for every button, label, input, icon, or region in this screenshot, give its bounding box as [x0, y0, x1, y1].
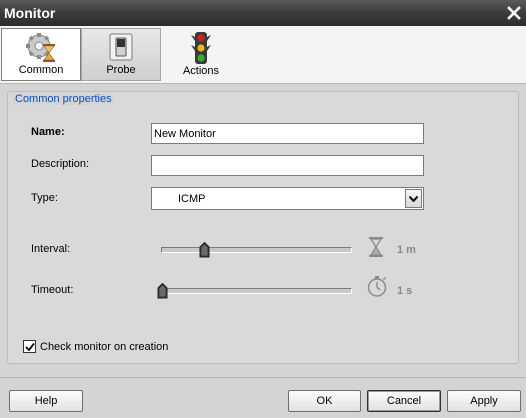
apply-button[interactable]: Apply [447, 390, 521, 412]
cancel-button[interactable]: Cancel [367, 390, 441, 412]
name-input[interactable]: New Monitor [151, 123, 424, 144]
stopwatch-icon [366, 275, 388, 300]
interval-slider[interactable] [161, 247, 352, 253]
close-icon [507, 6, 521, 20]
interval-slider-thumb[interactable] [199, 241, 210, 258]
type-label: Type: [31, 192, 58, 204]
close-button[interactable] [505, 4, 523, 22]
timeout-label: Timeout: [31, 284, 74, 296]
timeout-slider-thumb[interactable] [157, 282, 168, 299]
check-on-creation-label[interactable]: Check monitor on creation [40, 341, 168, 353]
interval-label: Interval: [31, 243, 71, 255]
chevron-down-icon [409, 195, 418, 202]
footer-separator [0, 377, 526, 378]
type-select[interactable]: ICMP [151, 187, 424, 210]
title-bar[interactable]: Monitor [0, 0, 526, 26]
traffic-light-icon [188, 31, 214, 68]
window-title: Monitor [4, 5, 56, 21]
toolbar: Common Probe Actions [0, 26, 526, 84]
hourglass-icon [368, 236, 384, 261]
name-label: Name: [31, 126, 65, 138]
timeout-slider[interactable] [161, 288, 352, 294]
switch-icon [107, 32, 135, 65]
ok-button[interactable]: OK [288, 390, 361, 412]
tab-common[interactable]: Common [1, 28, 81, 81]
gear-hourglass-icon [23, 32, 59, 67]
tab-actions-label: Actions [182, 65, 220, 77]
tab-common-label: Common [18, 64, 64, 76]
dropdown-button[interactable] [405, 189, 422, 208]
help-button[interactable]: Help [9, 390, 83, 412]
section-title: Common properties [13, 93, 114, 105]
type-select-value: ICMP [178, 193, 206, 205]
tab-probe[interactable]: Probe [81, 28, 161, 81]
tab-probe-label: Probe [106, 64, 136, 76]
tab-actions[interactable]: Actions [161, 28, 241, 81]
description-input[interactable] [151, 155, 424, 176]
timeout-value: 1 s [397, 285, 413, 297]
check-on-creation-checkbox[interactable] [23, 340, 36, 353]
description-label: Description: [31, 158, 90, 170]
interval-value: 1 m [397, 244, 416, 256]
checkmark-icon [24, 342, 35, 351]
